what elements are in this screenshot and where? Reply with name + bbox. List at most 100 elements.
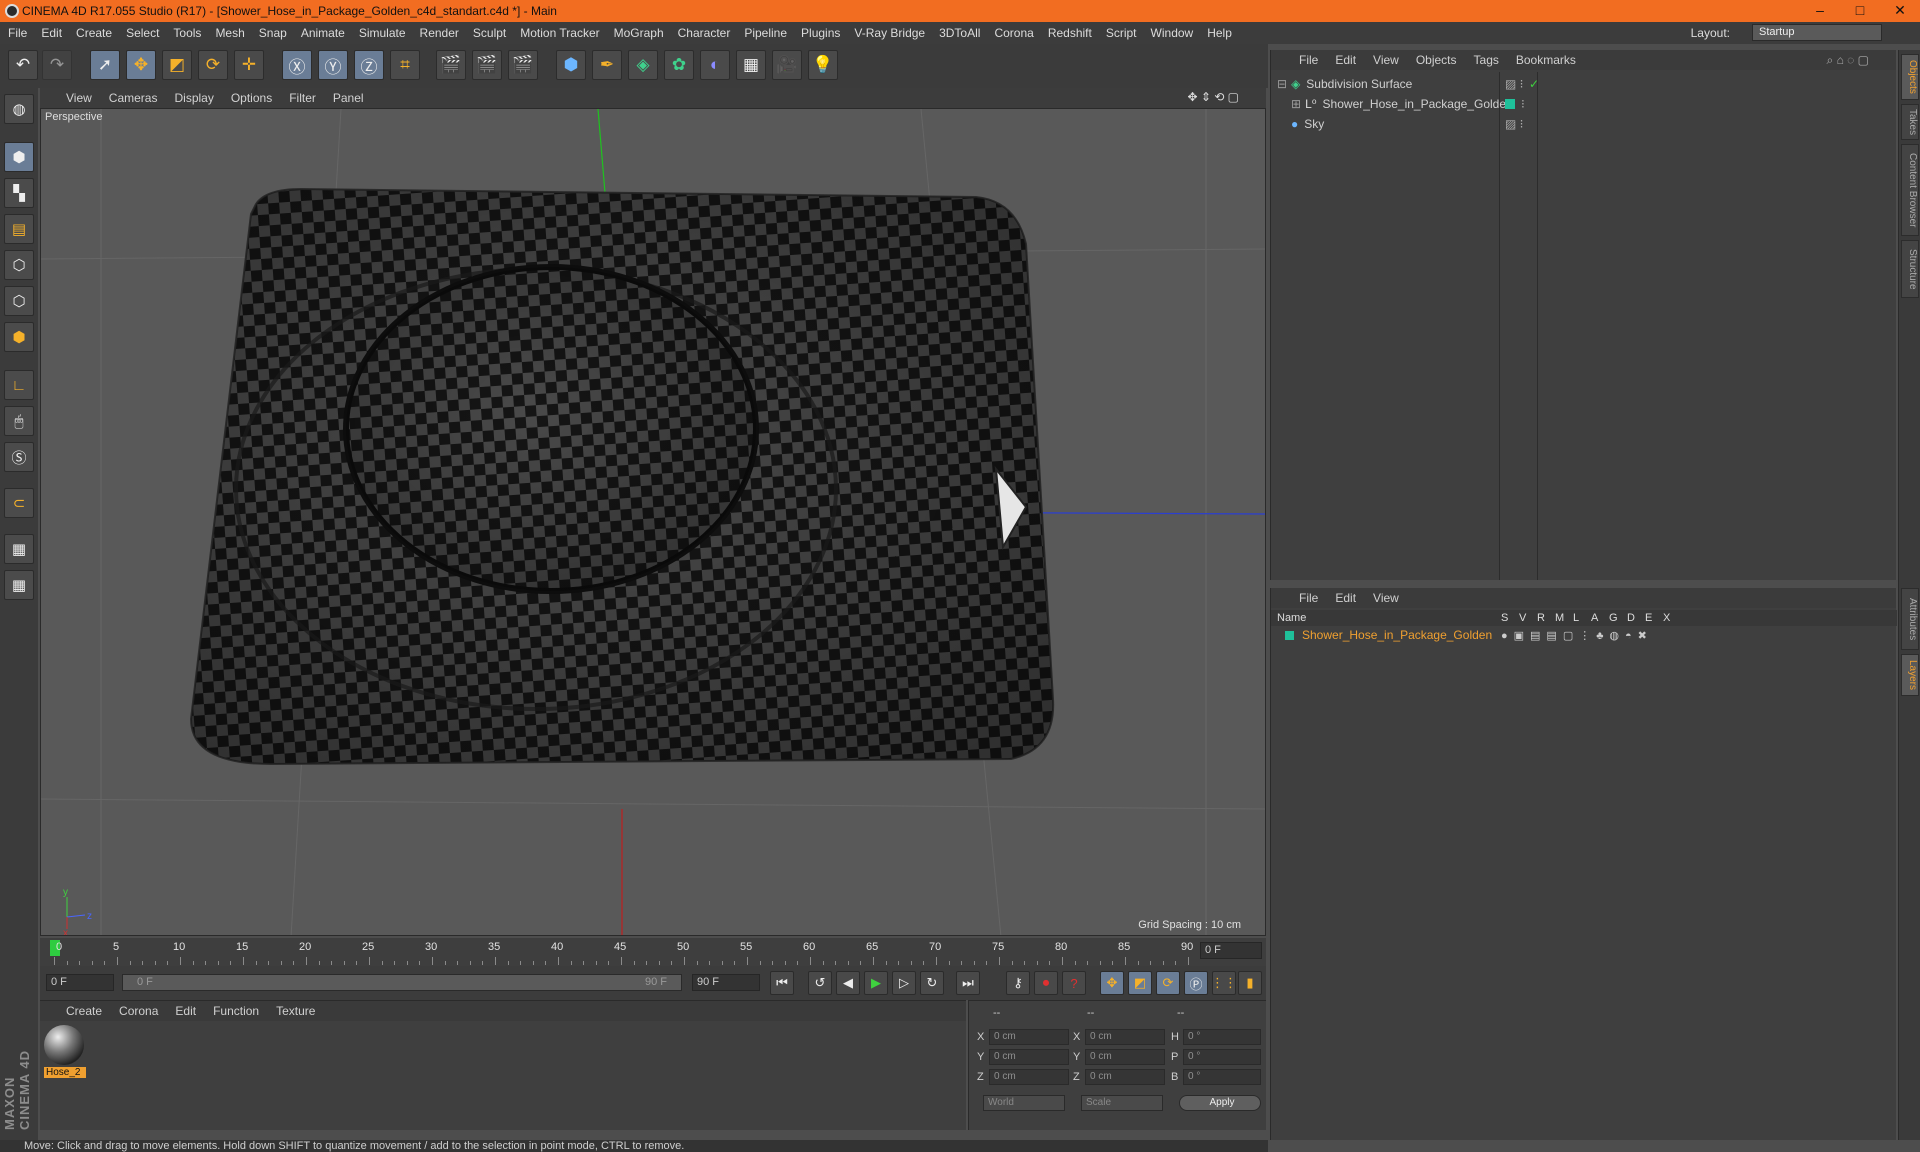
- layer-col-d[interactable]: D: [1627, 612, 1635, 624]
- autokey-button[interactable]: ⏺: [1034, 971, 1058, 995]
- viewport-menu-display[interactable]: Display: [174, 91, 213, 105]
- rot-b-field[interactable]: 0 °: [1183, 1069, 1261, 1085]
- layer-col-e[interactable]: E: [1645, 612, 1652, 624]
- layout-dropdown[interactable]: Startup: [1752, 24, 1882, 41]
- magnet-button[interactable]: ⊂: [4, 488, 34, 518]
- object-row-shower-hose[interactable]: ⊞ L⁰ Shower_Hose_in_Package_Golden ⁝: [1271, 94, 1896, 114]
- add-camera-button[interactable]: 🎥: [772, 50, 802, 80]
- layer-col-m[interactable]: M: [1555, 612, 1564, 624]
- current-frame-field[interactable]: 0 F: [1200, 942, 1262, 959]
- frame-range-slider[interactable]: 0 F 90 F: [122, 974, 682, 991]
- menu-animate[interactable]: Animate: [301, 26, 345, 40]
- menu-tools[interactable]: Tools: [173, 26, 201, 40]
- menu-motion-tracker[interactable]: Motion Tracker: [520, 26, 599, 40]
- x-axis-button[interactable]: Ⓧ: [282, 50, 312, 80]
- enabled-check-icon[interactable]: ✓: [1529, 77, 1539, 91]
- layer-color-swatch[interactable]: [1505, 99, 1515, 109]
- key-pla-button[interactable]: ⋮⋮: [1211, 971, 1237, 995]
- object-row-subdivision[interactable]: ⊟ ◈ Subdivision Surface ▨ ⁝ ✓: [1271, 74, 1896, 94]
- visibility-dots-icon[interactable]: ▨ ⁝: [1505, 77, 1524, 91]
- undo-button[interactable]: ↶: [8, 50, 38, 80]
- menu-file[interactable]: File: [8, 26, 27, 40]
- material-menu-edit[interactable]: Edit: [175, 1004, 196, 1018]
- object-menu-bookmarks[interactable]: Bookmarks: [1516, 53, 1576, 67]
- add-spline-button[interactable]: ✒: [592, 50, 622, 80]
- menu-plugins[interactable]: Plugins: [801, 26, 840, 40]
- rot-h-field[interactable]: 0 °: [1183, 1029, 1261, 1045]
- next-frame-button[interactable]: ▷: [892, 971, 916, 995]
- coordinate-system-button[interactable]: ⌗: [390, 50, 420, 80]
- object-menu-view[interactable]: View: [1373, 53, 1399, 67]
- material-menu-create[interactable]: Create: [66, 1004, 102, 1018]
- object-row-sky[interactable]: ● Sky ▨ ⁝: [1271, 114, 1896, 134]
- size-mode-dropdown[interactable]: Scale: [1081, 1095, 1163, 1111]
- model-mode-button[interactable]: ⬢: [4, 142, 34, 172]
- add-subdivision-button[interactable]: ◈: [628, 50, 658, 80]
- layer-col-a[interactable]: A: [1591, 612, 1598, 624]
- z-axis-button[interactable]: Ⓩ: [354, 50, 384, 80]
- object-panel-tools-icons[interactable]: ⌕ ⌂ ◌ ▢: [1827, 53, 1869, 68]
- expand-minus-icon[interactable]: ⊟: [1277, 77, 1287, 91]
- render-view-button[interactable]: 🎬: [436, 50, 466, 80]
- minimize-button[interactable]: –: [1800, 0, 1840, 22]
- tab-attributes[interactable]: Attributes: [1901, 588, 1919, 650]
- menu-window[interactable]: Window: [1151, 26, 1194, 40]
- layer-col-x[interactable]: X: [1663, 612, 1670, 624]
- close-button[interactable]: ✕: [1880, 0, 1920, 22]
- menu-mesh[interactable]: Mesh: [215, 26, 244, 40]
- menu-pipeline[interactable]: Pipeline: [744, 26, 787, 40]
- points-mode-button[interactable]: ⬡: [4, 250, 34, 280]
- rotate-tool-button[interactable]: ⟳: [198, 50, 228, 80]
- edit-render-settings-button[interactable]: 🎬: [508, 50, 538, 80]
- visibility-dots-icon[interactable]: ▨ ⁝: [1505, 117, 1524, 131]
- edges-mode-button[interactable]: ⬡: [4, 286, 34, 316]
- keyframe-selection-button[interactable]: ?: [1062, 971, 1086, 995]
- timeline-window-button[interactable]: ▮: [1238, 971, 1262, 995]
- menu-script[interactable]: Script: [1106, 26, 1137, 40]
- layer-flag-icons[interactable]: ●▣▤▤▢⋮♣◍◓✖: [1501, 629, 1653, 642]
- menu-3dtoall[interactable]: 3DToAll: [939, 26, 980, 40]
- menu-render[interactable]: Render: [420, 26, 459, 40]
- layer-menu-file[interactable]: File: [1299, 591, 1318, 605]
- viewport-menu-view[interactable]: View: [66, 91, 92, 105]
- menu-help[interactable]: Help: [1207, 26, 1232, 40]
- add-deformer-button[interactable]: ◐: [700, 50, 730, 80]
- material-menu-texture[interactable]: Texture: [276, 1004, 315, 1018]
- menu-vray-bridge[interactable]: V-Ray Bridge: [854, 26, 925, 40]
- visibility-dots-icon[interactable]: ⁝: [1521, 97, 1525, 111]
- y-axis-button[interactable]: Ⓨ: [318, 50, 348, 80]
- material-swatch[interactable]: Hose_2: [44, 1025, 86, 1083]
- coord-system-dropdown[interactable]: World: [983, 1095, 1065, 1111]
- apply-button[interactable]: Apply: [1179, 1095, 1261, 1111]
- viewport-menu-options[interactable]: Options: [231, 91, 272, 105]
- recent-tool-button[interactable]: ✛: [234, 50, 264, 80]
- pos-z-field[interactable]: 0 cm: [989, 1069, 1069, 1085]
- key-parameter-button[interactable]: Ⓟ: [1184, 971, 1208, 995]
- play-button[interactable]: ▶: [864, 971, 888, 995]
- perspective-viewport[interactable]: y z x Perspective Grid Spacing : 10 cm: [40, 108, 1266, 936]
- expand-plus-icon[interactable]: ⊞: [1291, 97, 1301, 111]
- tab-layers[interactable]: Layers: [1901, 654, 1919, 696]
- pos-y-field[interactable]: 0 cm: [989, 1049, 1069, 1065]
- key-scale-button[interactable]: ◩: [1128, 971, 1152, 995]
- workplane-mode-button[interactable]: ▤: [4, 214, 34, 244]
- axis-mode-button[interactable]: ∟: [4, 370, 34, 400]
- menu-edit[interactable]: Edit: [41, 26, 62, 40]
- add-light-button[interactable]: 💡: [808, 50, 838, 80]
- viewport-menu-cameras[interactable]: Cameras: [109, 91, 158, 105]
- size-x-field[interactable]: 0 cm: [1085, 1029, 1165, 1045]
- next-key-button[interactable]: ↻: [920, 971, 944, 995]
- menu-mograph[interactable]: MoGraph: [614, 26, 664, 40]
- timeline-ruler[interactable]: 0 5 10 15 20 25 30 35 40 45 50 55 60 65 …: [40, 938, 1266, 966]
- live-selection-button[interactable]: ➚: [90, 50, 120, 80]
- redo-button[interactable]: ↷: [42, 50, 72, 80]
- layer-col-v[interactable]: V: [1519, 612, 1526, 624]
- menu-redshift[interactable]: Redshift: [1048, 26, 1092, 40]
- polygons-mode-button[interactable]: ⬢: [4, 322, 34, 352]
- maximize-button[interactable]: □: [1840, 0, 1880, 22]
- layer-color-swatch[interactable]: [1285, 630, 1294, 640]
- make-editable-button[interactable]: ◍: [4, 94, 34, 124]
- key-position-button[interactable]: ✥: [1100, 971, 1124, 995]
- layer-col-l[interactable]: L: [1573, 612, 1579, 624]
- tweak-mode-button[interactable]: 🖱: [4, 406, 34, 436]
